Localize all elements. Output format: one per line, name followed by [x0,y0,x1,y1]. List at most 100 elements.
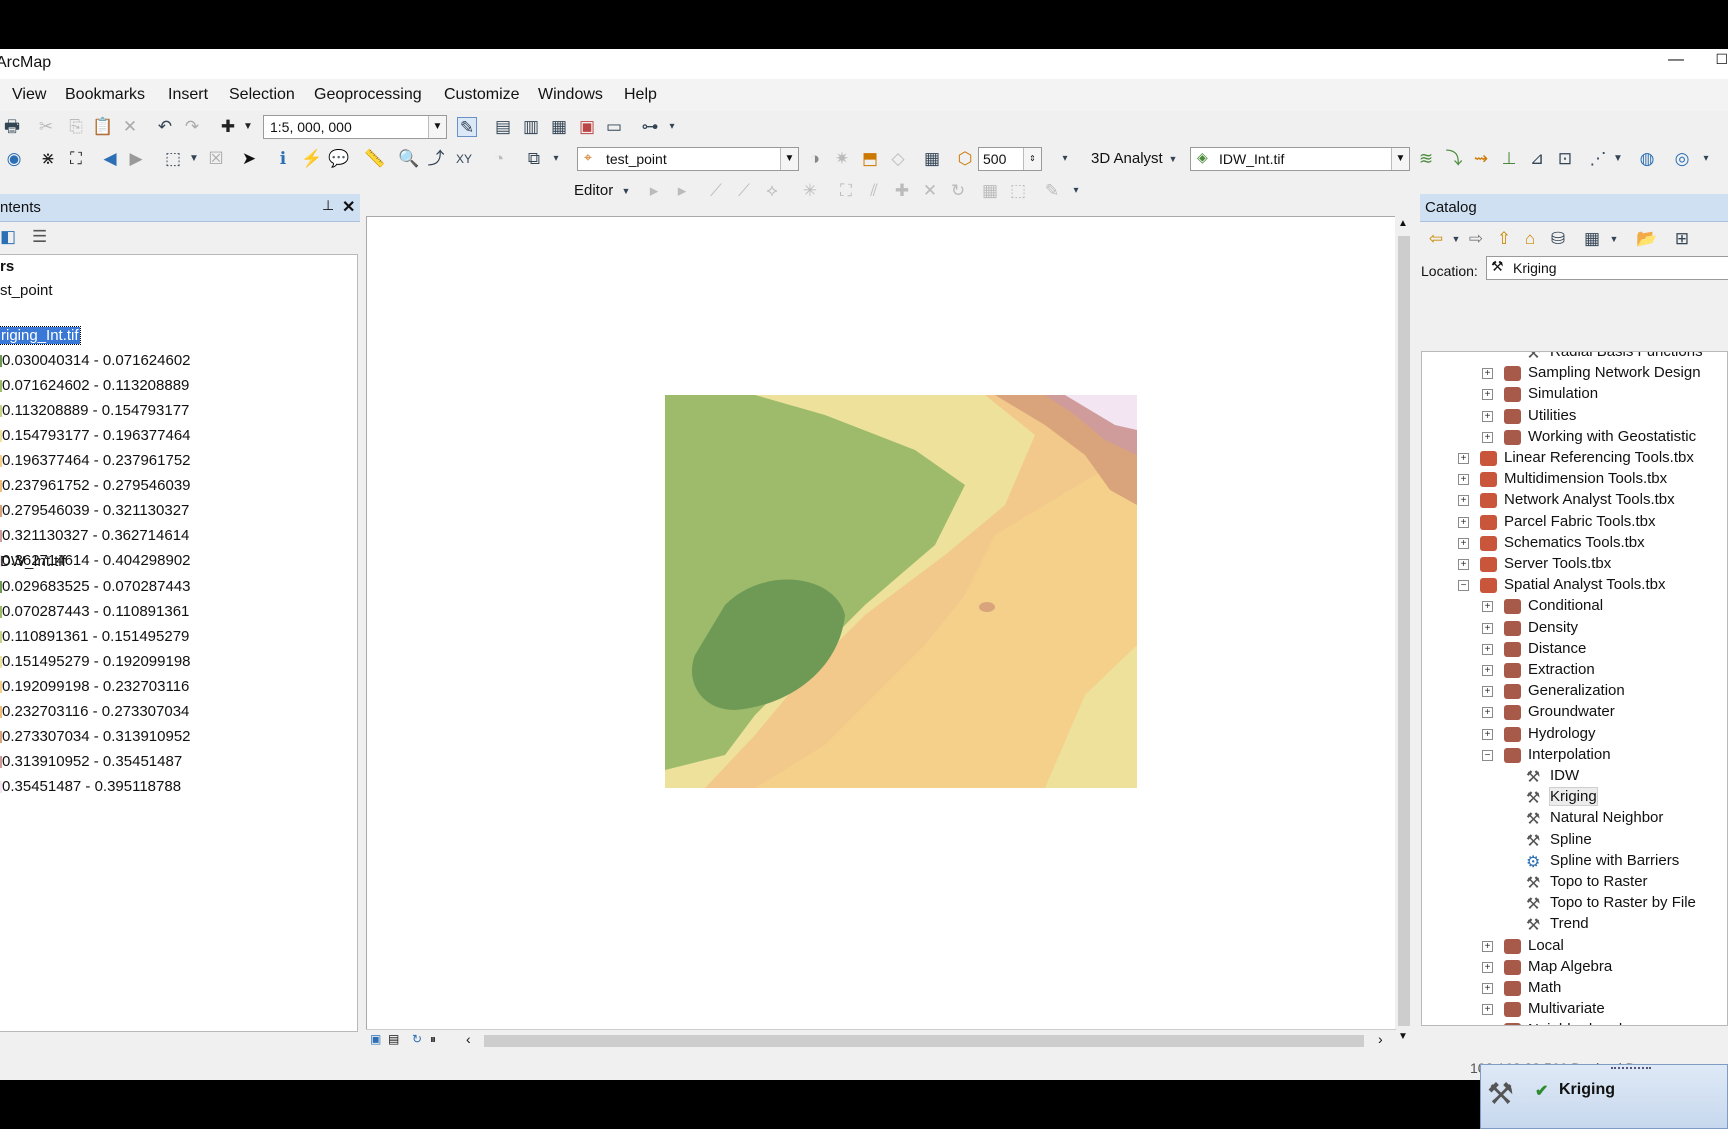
catalog-tree-item[interactable]: ⚒ Radial Basis Functions [1422,352,1727,363]
catalog-tree-item[interactable]: + Network Analyst Tools.tbx [1422,490,1727,511]
distance-input[interactable]: 500 ⇕ [978,147,1042,171]
create-features-icon[interactable]: ✎ [1042,181,1062,201]
toggle-contents-icon[interactable]: ⊞ [1672,229,1692,249]
legend-swatch[interactable] [0,480,2,492]
scroll-left-icon[interactable]: ‹ [466,1031,471,1047]
straight-segment-icon[interactable]: ⟋ [706,181,726,201]
catalog-tree-item[interactable]: + Math [1422,978,1727,999]
add-data-icon[interactable]: ✚ [218,117,238,137]
expand-icon[interactable]: + [1458,516,1469,528]
toolbar-options-icon[interactable]: ▾ [1066,181,1086,201]
legend-class-row[interactable]: 0.279546039 - 0.321130327 [0,502,189,519]
expand-icon[interactable]: + [1458,453,1469,464]
back-extent-icon[interactable]: ◀ [100,149,120,169]
chevron-down-icon[interactable]: ▼ [428,116,446,138]
expand-icon[interactable]: + [1482,940,1493,952]
catalog-tree-item[interactable]: ⚒ Kriging [1422,787,1727,808]
legend-class-row[interactable]: 0.029683525 - 0.070287443 [0,578,191,595]
reshape-icon[interactable]: ⫽ [864,181,884,201]
find-icon[interactable]: 🔍 [398,149,419,169]
brightness-icon[interactable]: ✷ [832,149,852,169]
legend-class-row[interactable]: 0.192099198 - 0.232703116 [0,678,189,695]
catalog-tree-item[interactable]: + Parcel Fabric Tools.tbx [1422,512,1727,533]
legend-class-row[interactable]: 0.151495279 - 0.192099198 [0,653,191,670]
layout-view-icon[interactable]: ▤ [493,117,513,137]
catalog-tree-item[interactable]: ⚒ Spline [1422,830,1727,851]
expand-icon[interactable]: + [1482,686,1493,698]
legend-swatch[interactable] [0,731,2,743]
find-route-icon[interactable]: ⤴ [426,149,446,169]
layers-heading[interactable]: rs [0,258,14,275]
view-dropdown-icon[interactable]: ▼ [1604,229,1624,249]
catalog-tree-item[interactable]: ⚙ Spline with Barriers [1422,851,1727,872]
expand-icon[interactable]: + [1482,601,1493,613]
select-dropdown-icon[interactable]: ▼ [184,149,204,169]
minimize-icon[interactable]: — [1668,51,1684,69]
trace-icon[interactable]: ⟡ [762,181,782,201]
expand-icon[interactable]: + [1458,537,1469,549]
catalog-tree-item[interactable]: + Schematics Tools.tbx [1422,533,1727,554]
legend-swatch[interactable] [0,455,2,467]
expand-icon[interactable]: + [1482,1025,1493,1026]
analyst-layer-combo[interactable]: ◈ IDW_Int.tif ▼ [1190,147,1410,171]
catalog-tree-item[interactable]: ⚒ IDW [1422,766,1727,787]
profile-graph-icon[interactable]: ⋰ [1588,149,1608,169]
expand-icon[interactable]: + [1482,368,1493,380]
point-icon[interactable]: ✳ [800,181,820,201]
legend-swatch[interactable] [0,781,2,793]
expand-icon[interactable]: + [1482,728,1493,740]
analyst-menu[interactable]: 3D Analyst [1091,150,1163,167]
refresh-icon[interactable]: ↻ [412,1032,422,1046]
legend-swatch[interactable] [0,681,2,693]
catalog-tree-item[interactable]: − Spatial Analyst Tools.tbx [1422,575,1727,596]
expand-icon[interactable]: + [1482,431,1493,443]
scroll-right-icon[interactable]: › [1378,1031,1383,1047]
catalog-window-icon[interactable]: ▥ [521,117,541,137]
menu-selection[interactable]: Selection [229,86,295,104]
sketch-properties-icon[interactable]: ⬚ [1008,181,1028,201]
clear-selection-icon[interactable]: ☒ [206,149,226,169]
catalog-tree-item[interactable]: + Neighborhood [1422,1020,1727,1026]
forward-extent-icon[interactable]: ▶ [126,149,146,169]
cut-icon[interactable]: ✂ [36,117,56,137]
expand-icon[interactable]: + [1458,474,1469,486]
expand-icon[interactable]: + [1482,410,1493,422]
chevron-down-icon[interactable]: ▼ [1163,149,1183,169]
hyperlink-icon[interactable]: ⚡ [301,149,322,169]
undo-icon[interactable]: ↶ [155,117,175,137]
catalog-tree-item[interactable]: + Multidimension Tools.tbx [1422,469,1727,490]
cut-polygons-icon[interactable]: ✚ [892,181,912,201]
swipe-icon[interactable]: ⬒ [860,149,880,169]
back-dropdown-icon[interactable]: ▼ [1446,229,1466,249]
list-by-drawing-order-icon[interactable]: ☰ [32,227,47,247]
toolbar-options-icon[interactable]: ▾ [546,149,566,169]
menu-windows[interactable]: Windows [538,86,603,104]
legend-swatch[interactable] [0,656,2,668]
expand-icon[interactable]: + [1482,389,1493,401]
arcglobe-icon[interactable]: ◎ [1672,149,1692,169]
scroll-down-icon[interactable]: ▼ [1398,1031,1408,1042]
print-icon[interactable]: 🖶 [2,117,22,137]
toolbar-options-icon[interactable]: ▾ [1696,149,1716,169]
redo-icon[interactable]: ↷ [182,117,202,137]
scale-combo[interactable]: 1:5, 000, 000 ▼ [263,115,447,139]
map-horizontal-scrollbar[interactable]: ▣ ▤ ↻ ⏸ ‹ › [366,1029,1396,1051]
legend-swatch[interactable] [0,530,2,542]
chevron-down-icon[interactable]: ▼ [616,181,636,201]
modelbuilder-icon[interactable]: ⊶ [640,117,660,137]
full-extent-icon[interactable]: ⛶ [66,149,86,169]
expand-icon[interactable]: + [1482,707,1493,719]
toolbar-options-icon[interactable]: ▾ [662,117,682,137]
interpolate-point-icon[interactable]: ⊥ [1499,149,1519,169]
data-view-icon[interactable]: ▣ [370,1032,381,1046]
legend-swatch[interactable] [0,405,2,417]
line-of-sight-icon[interactable]: ⇝ [1471,149,1491,169]
rotate-icon[interactable]: ↻ [948,181,968,201]
popup-grip[interactable] [1611,1067,1651,1070]
expand-icon[interactable]: + [1482,665,1493,676]
edit-vertices-icon[interactable]: ⛶ [836,181,856,201]
paste-icon[interactable]: 📋 [92,117,113,137]
html-popup-icon[interactable]: 💬 [328,149,349,169]
point-layer-name[interactable]: st_point [0,282,53,299]
delete-icon[interactable]: ✕ [120,117,140,137]
